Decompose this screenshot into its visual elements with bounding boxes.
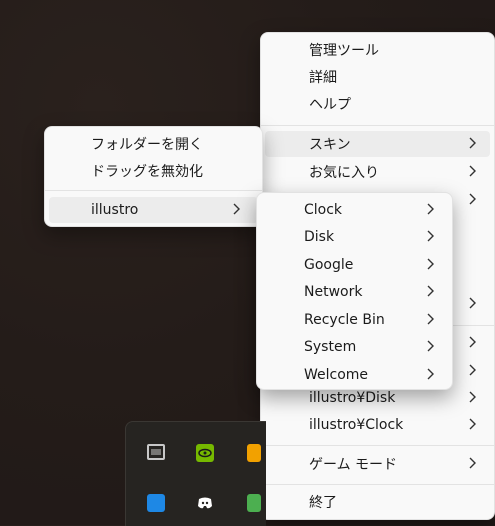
menu-item-label: Network [304, 284, 363, 300]
menu-item-label: スキン [309, 137, 351, 153]
chevron-right-icon [469, 297, 476, 309]
blue-app-icon[interactable] [147, 494, 165, 512]
skin-item-recycle-bin[interactable]: Recycle Bin [261, 307, 448, 333]
menu-item-label: フォルダーを開く [91, 137, 203, 153]
chevron-right-icon [469, 364, 476, 376]
system-tray-overflow [125, 421, 266, 526]
menu-item-disable-drag[interactable]: ドラッグを無効化 [49, 158, 258, 184]
menu-item-label: Google [304, 257, 354, 273]
chevron-right-icon [427, 203, 434, 215]
menu-item-label: ゲーム モード [309, 457, 398, 473]
menu-item-skins[interactable]: スキン [265, 131, 490, 157]
chevron-right-icon [427, 285, 434, 297]
chevron-right-icon [427, 340, 434, 352]
menu-item-label: illustro¥Clock [309, 417, 404, 433]
menu-item-label: System [304, 339, 357, 355]
chevron-right-icon [427, 258, 434, 270]
folder-submenu: フォルダーを開く ドラッグを無効化 illustro [44, 126, 263, 227]
chevron-right-icon [469, 418, 476, 430]
chevron-right-icon [469, 457, 476, 469]
menu-item-label: 詳細 [309, 70, 337, 86]
discord-icon[interactable] [196, 494, 214, 512]
menu-item-label: 管理ツール [309, 43, 379, 59]
menu-separator [261, 484, 494, 485]
app-orange-icon[interactable] [247, 444, 261, 462]
menu-separator [45, 190, 262, 191]
skin-item-system[interactable]: System [261, 334, 448, 360]
menu-separator [261, 125, 494, 126]
menu-item-label: illustro [91, 202, 139, 218]
chevron-right-icon [469, 165, 476, 177]
skin-item-clock[interactable]: Clock [261, 197, 448, 223]
menu-item-illustro[interactable]: illustro [49, 197, 258, 223]
menu-item-exit[interactable]: 終了 [265, 489, 490, 515]
chevron-right-icon [469, 391, 476, 403]
menu-item-label: Welcome [304, 367, 369, 383]
menu-item-label: Clock [304, 202, 343, 218]
chevron-right-icon [427, 313, 434, 325]
menu-item-label: お気に入り [309, 165, 379, 181]
chevron-right-icon [469, 193, 476, 205]
discord-logo-icon [198, 497, 212, 509]
menu-item-details[interactable]: 詳細 [265, 64, 490, 90]
menu-item-label: ドラッグを無効化 [91, 164, 203, 180]
chevron-right-icon [469, 336, 476, 348]
menu-item-label: 終了 [309, 495, 337, 511]
menu-item-label: illustro¥Disk [309, 390, 396, 406]
chevron-right-icon [427, 368, 434, 380]
chevron-right-icon [469, 137, 476, 149]
menu-item-label: Recycle Bin [304, 312, 385, 328]
chevron-right-icon [427, 230, 434, 242]
menu-item-label: Disk [304, 229, 335, 245]
menu-separator [261, 445, 494, 446]
chevron-right-icon [233, 203, 240, 215]
skin-item-network[interactable]: Network [261, 279, 448, 305]
skin-item-disk[interactable]: Disk [261, 224, 448, 250]
menu-item-open-folder[interactable]: フォルダーを開く [49, 131, 258, 157]
skin-item-google[interactable]: Google [261, 252, 448, 278]
skin-item-welcome[interactable]: Welcome [261, 362, 448, 388]
menu-item-game-mode[interactable]: ゲーム モード [265, 451, 490, 477]
monitor-meter-icon[interactable] [147, 444, 165, 460]
menu-item-illustro-clock[interactable]: illustro¥Clock [265, 412, 490, 438]
menu-item-label: ヘルプ [309, 97, 351, 113]
skins-submenu: Clock Disk Google Network Recycle Bin Sy… [256, 192, 453, 390]
nvidia-eye-icon [198, 448, 212, 458]
menu-item-favorites[interactable]: お気に入り [265, 159, 490, 185]
menu-item-admin-tools[interactable]: 管理ツール [265, 37, 490, 63]
menu-item-help[interactable]: ヘルプ [265, 91, 490, 117]
green-app-icon[interactable] [247, 494, 261, 512]
meter-bars-icon [151, 449, 161, 455]
nvidia-icon[interactable] [196, 444, 214, 462]
